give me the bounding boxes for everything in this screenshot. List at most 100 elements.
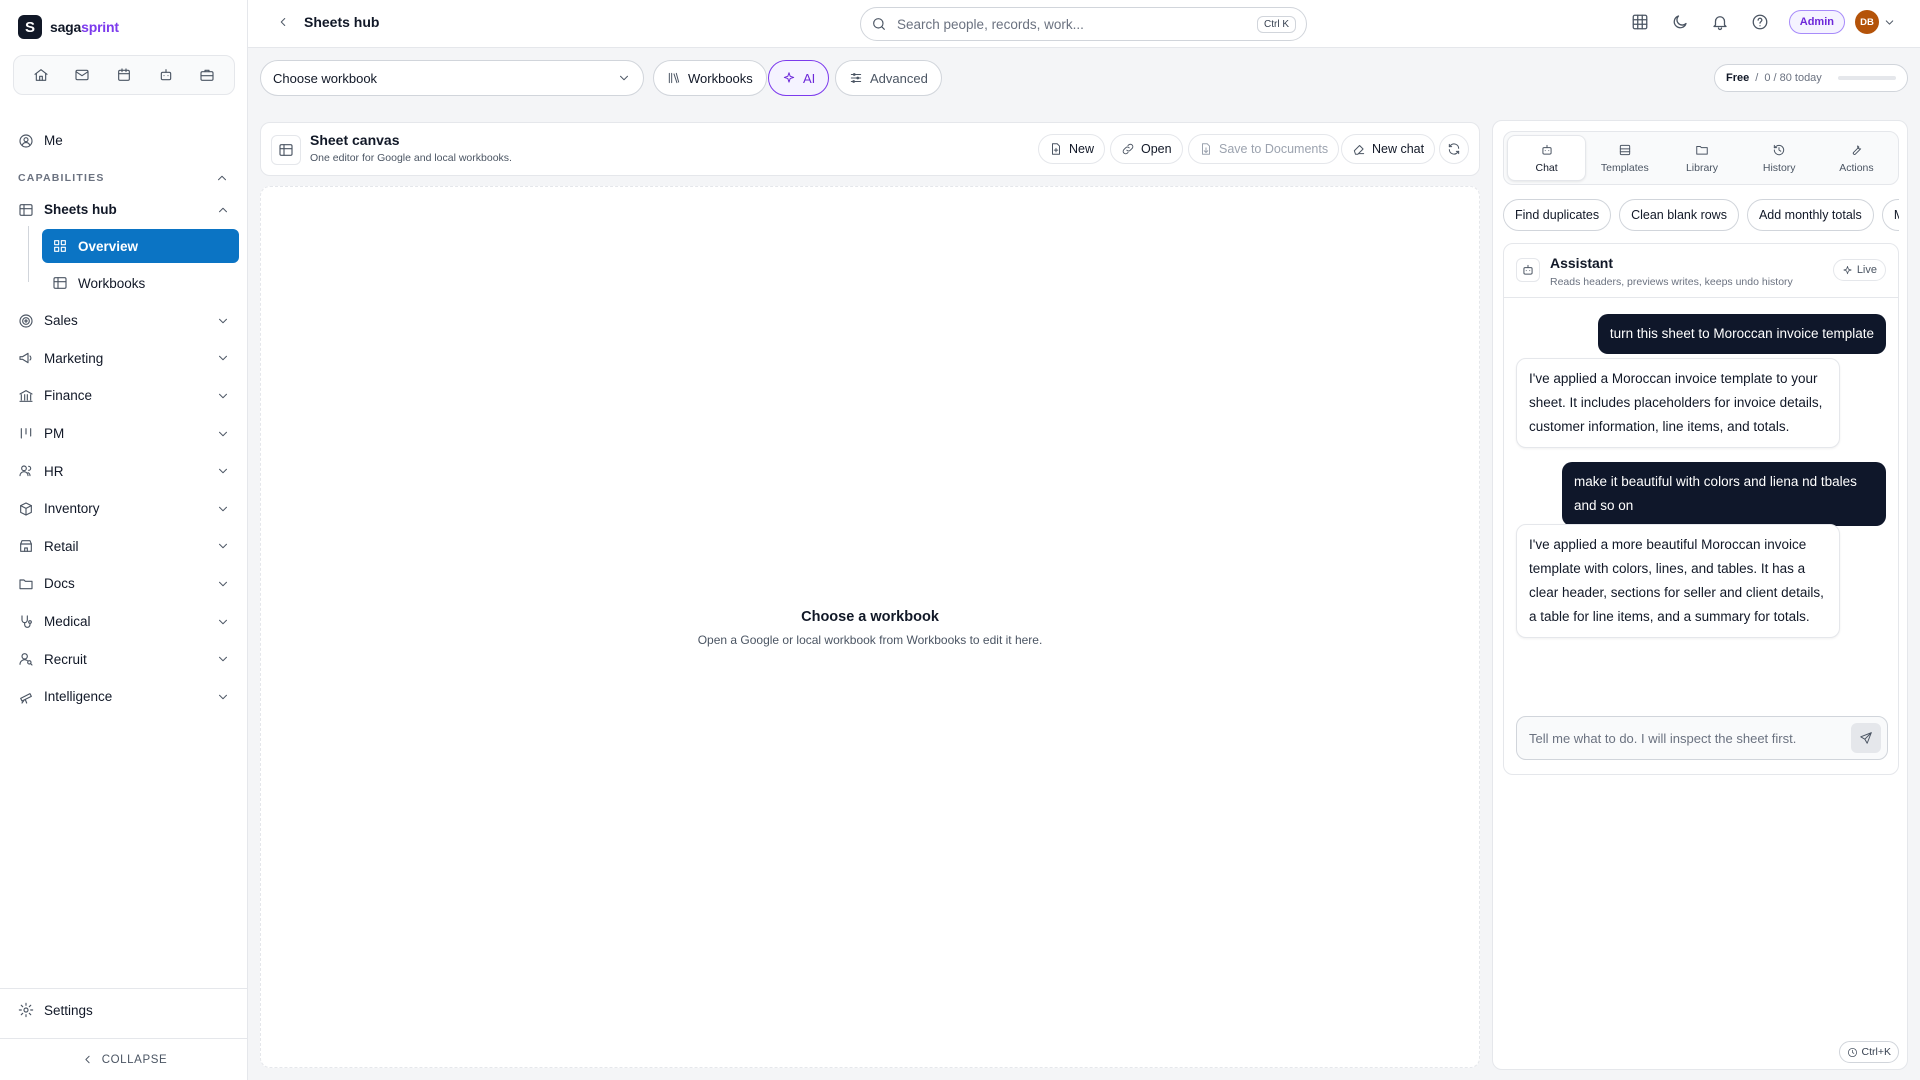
sidebar-item-label: Retail <box>44 538 79 554</box>
kanban-icon <box>20 427 32 439</box>
mail-icon[interactable] <box>67 60 97 90</box>
link-icon <box>1122 143 1134 155</box>
chevron-up-icon[interactable] <box>215 171 229 185</box>
sidebar-item-recruit[interactable]: Recruit <box>0 640 248 678</box>
workbooks-button[interactable]: Workbooks <box>653 60 767 96</box>
tab-chat[interactable]: Chat <box>1507 135 1587 181</box>
library-icon <box>668 72 680 84</box>
tab-templates[interactable]: Templates <box>1586 135 1663 181</box>
user-menu[interactable]: DB <box>1855 10 1896 34</box>
send-button[interactable] <box>1851 723 1881 753</box>
sidebar-item-inventory[interactable]: Inventory <box>0 490 248 528</box>
workbook-select[interactable]: Choose workbook <box>260 60 644 96</box>
sidebar-item-label: Inventory <box>44 501 100 517</box>
bot-icon[interactable] <box>151 60 181 90</box>
sidebar-item-me[interactable]: Me <box>0 122 248 160</box>
box-icon <box>20 502 32 516</box>
search-placeholder: Search people, records, work... <box>897 16 1084 32</box>
grid-apps-icon[interactable] <box>1629 11 1651 33</box>
briefcase-icon[interactable] <box>192 60 222 90</box>
sidebar-item-docs[interactable]: Docs <box>0 565 248 603</box>
home-icon[interactable] <box>26 60 56 90</box>
chat-message-user: turn this sheet to Moroccan invoice temp… <box>1597 314 1886 354</box>
sidebar-item-label: Recruit <box>44 651 87 667</box>
sidebar-item-intelligence[interactable]: Intelligence <box>0 678 248 716</box>
chevron-left-icon[interactable] <box>276 15 290 29</box>
chip-find-duplicates[interactable]: Find duplicates <box>1503 199 1612 231</box>
avatar: DB <box>1855 10 1879 34</box>
admin-badge[interactable]: Admin <box>1788 10 1845 34</box>
chat-input[interactable] <box>1529 730 1851 746</box>
bell-icon[interactable] <box>1709 11 1731 33</box>
new-chat-button[interactable]: New chat <box>1341 134 1436 164</box>
save-to-documents-button[interactable]: Save to Documents <box>1188 134 1340 164</box>
collapse-button[interactable]: COLLAPSE <box>0 1038 248 1080</box>
brand-logo[interactable]: S sagasprint <box>18 15 119 39</box>
sidebar-footer: Settings COLLAPSE <box>0 988 248 1080</box>
sidebar-item-pm[interactable]: PM <box>0 415 248 453</box>
global-search[interactable]: Search people, records, work... Ctrl K <box>860 7 1307 41</box>
sidebar-item-sheets-hub[interactable]: Sheets hub <box>0 191 248 229</box>
chevron-down-icon <box>216 615 230 629</box>
sidebar-item-label: Intelligence <box>44 689 113 705</box>
chevron-down-icon <box>216 389 230 403</box>
sidebar-item-finance[interactable]: Finance <box>0 377 248 415</box>
sidebar-item-sales[interactable]: Sales <box>0 302 248 340</box>
sliders-icon <box>850 73 862 83</box>
moon-icon[interactable] <box>1669 11 1691 33</box>
bot-icon <box>1542 144 1552 155</box>
tab-history[interactable]: History <box>1741 135 1818 181</box>
new-sheet-button[interactable]: New <box>1038 134 1106 164</box>
settings-link[interactable]: Settings <box>18 1002 93 1018</box>
settings-label: Settings <box>44 1002 93 1018</box>
quota-separator: / <box>1755 72 1759 84</box>
sidebar-item-label: Docs <box>44 576 75 592</box>
logo-text: sagasprint <box>50 19 119 35</box>
tab-actions[interactable]: Actions <box>1818 135 1895 181</box>
chevron-down-icon <box>216 577 230 591</box>
live-status-badge[interactable]: Live <box>1832 259 1886 281</box>
wrench-icon <box>1853 144 1862 155</box>
chip-add-monthly-totals[interactable]: Add monthly totals <box>1746 199 1874 231</box>
top-bar: Sheets hub Search people, records, work.… <box>248 0 1920 48</box>
breadcrumb: Sheets hub <box>276 14 379 30</box>
shortcut-help-chip[interactable]: Ctrl+K <box>1838 1041 1899 1063</box>
chat-message-assistant: I've applied a Moroccan invoice template… <box>1516 358 1840 448</box>
refresh-button[interactable] <box>1439 134 1469 164</box>
sparkle-icon <box>1843 265 1852 274</box>
canvas-title: Sheet canvas <box>310 132 400 148</box>
tab-library[interactable]: Library <box>1663 135 1740 181</box>
target-icon <box>19 314 33 328</box>
chip-clean-blank-rows[interactable]: Clean blank rows <box>1619 199 1739 231</box>
user-circle-icon <box>19 134 33 148</box>
sheet-canvas-header: Sheet canvas One editor for Google and l… <box>260 122 1480 176</box>
sidebar-item-retail[interactable]: Retail <box>0 528 248 566</box>
chip-merge-sheets[interactable]: Merge sheets <box>1881 199 1899 231</box>
calendar-icon[interactable] <box>109 60 139 90</box>
sidebar-item-medical[interactable]: Medical <box>0 603 248 641</box>
layout-icon <box>1619 144 1630 155</box>
sheet-icon <box>271 135 301 165</box>
sidebar-item-marketing[interactable]: Marketing <box>0 340 248 378</box>
canvas-subtitle: One editor for Google and local workbook… <box>310 152 512 164</box>
chat-composer <box>1516 716 1888 760</box>
advanced-button[interactable]: Advanced <box>835 60 942 96</box>
assistant-description: Reads headers, previews writes, keeps un… <box>1550 276 1793 288</box>
bank-icon <box>19 390 33 402</box>
chevron-down-icon <box>1885 19 1894 25</box>
live-label: Live <box>1856 264 1877 276</box>
open-sheet-button[interactable]: Open <box>1110 134 1183 164</box>
sidebar-item-label: Sales <box>44 313 78 329</box>
sidebar-item-hr[interactable]: HR <box>0 452 248 490</box>
collapse-label: COLLAPSE <box>101 1053 168 1066</box>
chevron-up-icon <box>216 203 230 217</box>
sidebar-subitem-label: Workbooks <box>78 275 146 291</box>
history-icon <box>1774 144 1785 155</box>
ai-mode-button[interactable]: AI <box>768 60 830 96</box>
sidebar-subitem-overview[interactable]: Overview <box>42 229 239 263</box>
chevron-down-icon <box>216 539 230 553</box>
sheet-canvas-empty-state: Choose a workbook Open a Google or local… <box>260 186 1480 1068</box>
help-icon[interactable] <box>1749 11 1771 33</box>
chevron-down-icon <box>216 690 230 704</box>
sidebar-subitem-workbooks[interactable]: Workbooks <box>42 266 239 300</box>
